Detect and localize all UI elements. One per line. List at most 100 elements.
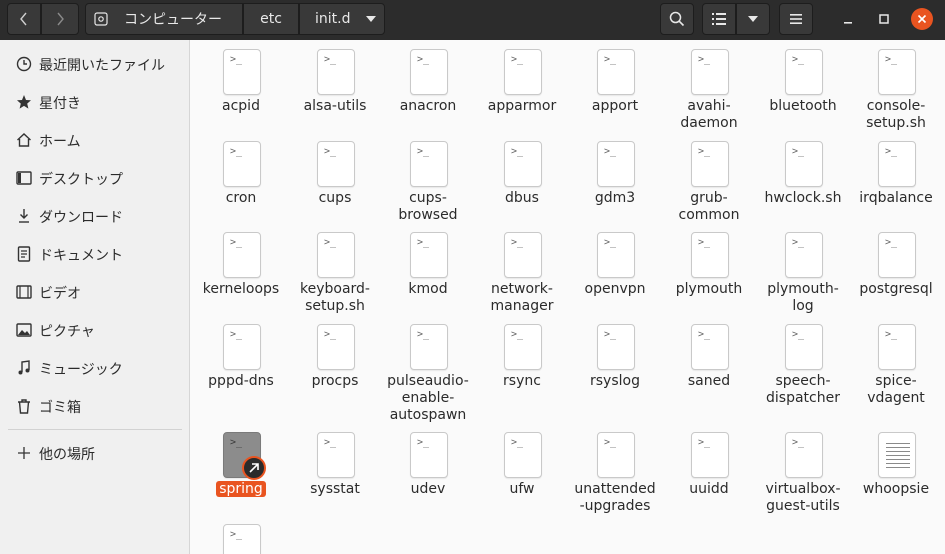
file-name: hwclock.sh	[756, 190, 850, 207]
file-name: console-setup.sh	[849, 98, 943, 132]
file-name-line: browsed	[398, 207, 458, 223]
terminal-glyph: >_	[885, 237, 898, 248]
file-name-line: apparmor	[487, 98, 557, 114]
script-file-icon: >_	[878, 324, 916, 370]
terminal-glyph: >_	[230, 237, 243, 248]
script-file-icon: >_	[317, 141, 355, 187]
file-name-line: procps	[311, 373, 359, 389]
terminal-glyph: >_	[511, 146, 524, 157]
search-button[interactable]	[660, 3, 694, 35]
script-file-icon: >_	[504, 141, 542, 187]
maximize-button[interactable]	[874, 9, 894, 29]
terminal-glyph: >_	[604, 329, 617, 340]
file-name-line: anacron	[399, 98, 457, 114]
file-name: openvpn	[568, 281, 662, 298]
terminal-glyph: >_	[792, 54, 805, 65]
file-name: plymouth-log	[756, 281, 850, 315]
file-name-line: openvpn	[584, 281, 646, 297]
terminal-glyph: >_	[511, 54, 524, 65]
sidebar-item-downloads[interactable]: ダウンロード	[0, 200, 189, 232]
script-file-icon: >_	[691, 49, 729, 95]
terminal-glyph: >_	[417, 437, 430, 448]
sidebar-item-recent[interactable]: 最近開いたファイル	[0, 48, 189, 80]
script-file-icon: >_	[223, 232, 261, 278]
video-icon	[16, 285, 32, 299]
terminal-glyph: >_	[324, 329, 337, 340]
file-name-line: apport	[591, 98, 639, 114]
file-name: avahi-daemon	[662, 98, 756, 132]
terminal-glyph: >_	[792, 146, 805, 157]
forward-button[interactable]	[41, 3, 79, 35]
sidebar-item-home[interactable]: ホーム	[0, 124, 189, 156]
terminal-glyph: >_	[417, 237, 430, 248]
file-name-line: spice-	[875, 373, 917, 389]
script-file-icon: >_	[504, 232, 542, 278]
script-file-icon: >_	[878, 141, 916, 187]
script-file-icon: >_	[504, 324, 542, 370]
close-button[interactable]	[911, 8, 933, 30]
terminal-glyph: >_	[230, 54, 243, 65]
header-bar: コンピューター etc init.d	[0, 0, 945, 40]
sidebar-item-label: デスクトップ	[39, 172, 123, 188]
file-name-line: -upgrades	[579, 498, 651, 514]
terminal-glyph: >_	[417, 146, 430, 157]
file-name: rsync	[475, 373, 569, 390]
view-options-button[interactable]	[736, 3, 770, 35]
terminal-glyph: >_	[604, 237, 617, 248]
terminal-glyph: >_	[792, 237, 805, 248]
terminal-glyph: >_	[698, 329, 711, 340]
script-file-icon: >_	[410, 324, 448, 370]
sidebar-item-desktop[interactable]: デスクトップ	[0, 162, 189, 194]
text-file-icon	[878, 432, 916, 478]
file-name: dbus	[475, 190, 569, 207]
script-file-icon: >_	[691, 324, 729, 370]
maximize-icon	[879, 14, 889, 24]
file-name-line: unattended	[574, 481, 656, 497]
breadcrumb-computer[interactable]: コンピューター	[85, 3, 243, 35]
file-name-line: ufw	[509, 481, 535, 497]
chevron-left-icon	[20, 12, 27, 26]
file-name-line: kmod	[408, 281, 448, 297]
script-file-icon: >_	[410, 432, 448, 478]
symlink-arrow-icon	[242, 456, 266, 480]
file-name: plymouth	[662, 281, 756, 298]
file-name-line: udev	[410, 481, 446, 497]
sidebar-item-documents[interactable]: ドキュメント	[0, 238, 189, 270]
menu-button[interactable]	[779, 3, 813, 35]
file-name-line: plymouth-	[767, 281, 839, 297]
minimize-button[interactable]	[838, 10, 858, 28]
file-name-line: rsync	[503, 373, 541, 389]
terminal-glyph: >_	[604, 54, 617, 65]
script-file-icon: >_	[317, 432, 355, 478]
script-file-icon: >_	[785, 49, 823, 95]
script-file-icon: >_	[317, 324, 355, 370]
terminal-glyph: >_	[885, 54, 898, 65]
sidebar-item-pictures[interactable]: ピクチャ	[0, 314, 189, 346]
sidebar-item-trash[interactable]: ゴミ箱	[0, 390, 189, 422]
file-name-line: guest-utils	[766, 498, 840, 514]
trash-icon	[18, 399, 30, 414]
sidebar-item-starred[interactable]: 星付き	[0, 86, 189, 118]
sidebar-item-other-locations[interactable]: 他の場所	[0, 437, 189, 469]
file-name-line: plymouth	[675, 281, 743, 297]
sidebar-item-videos[interactable]: ビデオ	[0, 276, 189, 308]
chevron-down-icon[interactable]	[366, 16, 376, 22]
file-name: postgresql	[849, 281, 943, 298]
breadcrumb-initd[interactable]: init.d	[299, 3, 385, 35]
terminal-glyph: >_	[511, 237, 524, 248]
file-name-line: cups-	[409, 190, 447, 206]
script-file-icon: >_	[597, 324, 635, 370]
back-button[interactable]	[7, 3, 41, 35]
sidebar-item-music[interactable]: ミュージック	[0, 352, 189, 384]
picture-icon	[16, 323, 32, 337]
file-name-line: manager	[490, 298, 554, 314]
file-name-line: uuidd	[689, 481, 729, 497]
file-name: spice-vdagent	[849, 373, 943, 407]
file-name-line: network-	[491, 281, 553, 297]
file-name: udev	[381, 481, 475, 498]
desktop-icon	[16, 171, 32, 185]
file-name-line: log	[792, 298, 814, 314]
breadcrumb-etc[interactable]: etc	[243, 3, 299, 35]
breadcrumb-label: コンピューター	[124, 12, 222, 28]
list-view-button[interactable]	[702, 3, 736, 35]
